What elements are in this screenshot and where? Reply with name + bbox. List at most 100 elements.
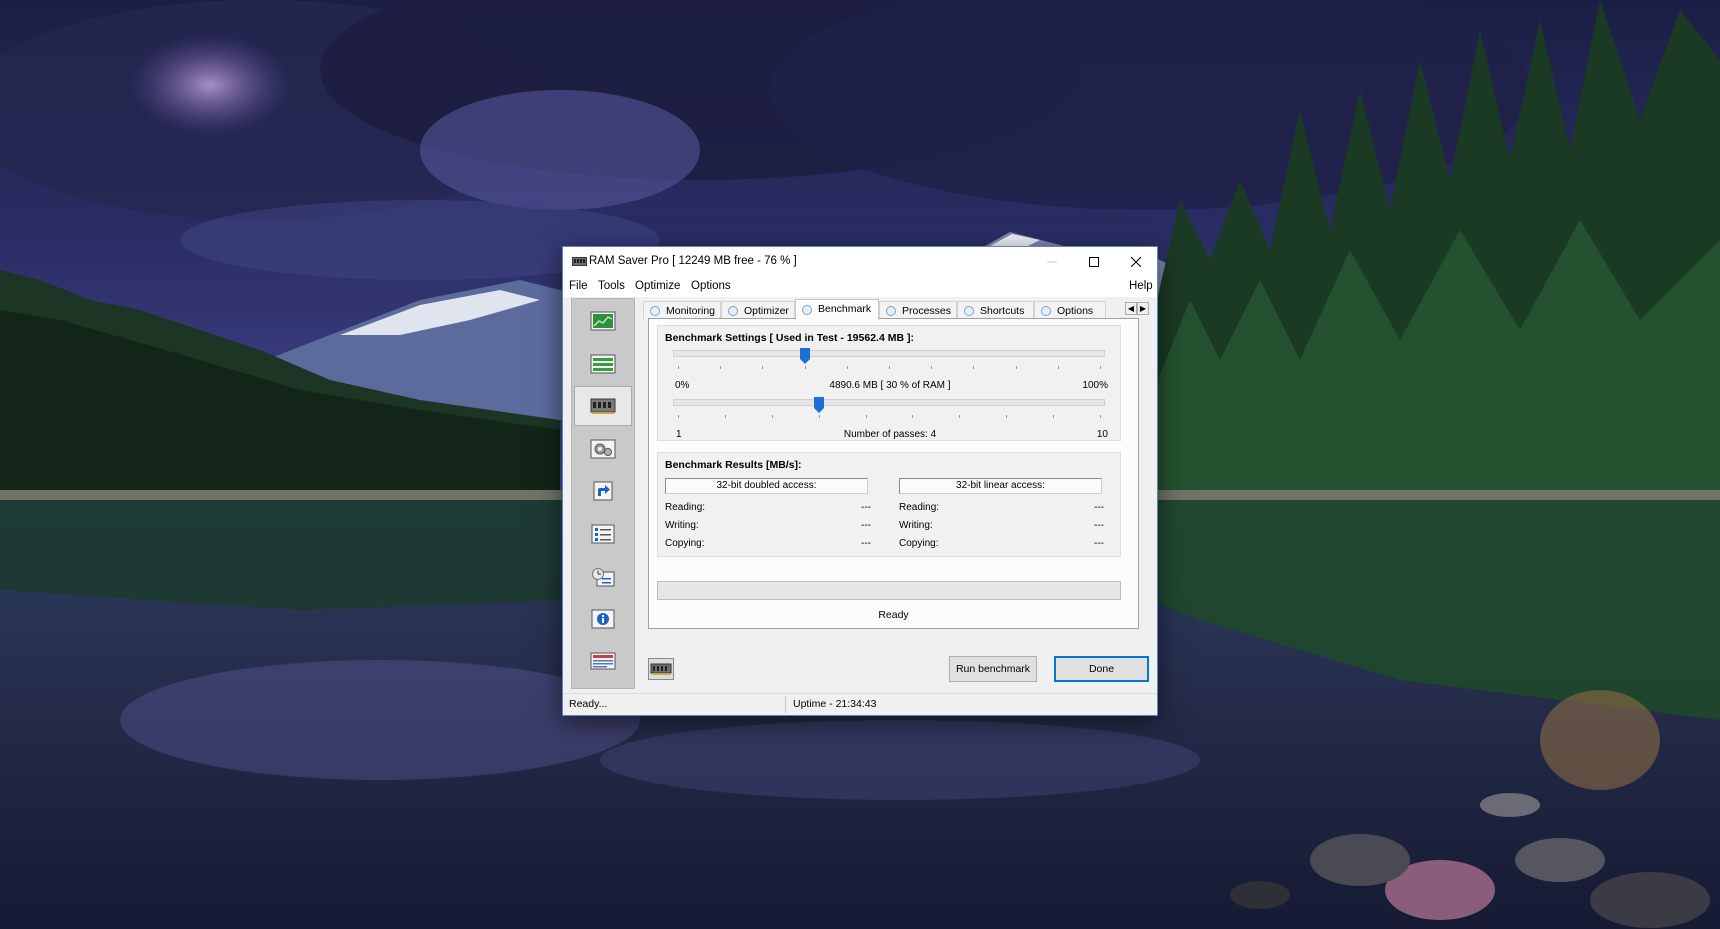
window-title: RAM Saver Pro [ 12249 MB free - 76 % ]: [589, 255, 797, 267]
doubled-access-header: 32-bit doubled access:: [665, 478, 868, 494]
doubled-reading-value: ---: [861, 502, 871, 513]
tab-monitoring[interactable]: Monitoring: [643, 301, 721, 319]
ram-chip-icon: [590, 398, 616, 414]
settings-title: Benchmark Settings [ Used in Test - 1956…: [665, 332, 914, 344]
close-icon: [1131, 257, 1141, 267]
menu-bar: File Tools Optimize Options Help: [563, 277, 1157, 297]
sidebar-item-benchmark[interactable]: [574, 386, 632, 426]
linear-reading-value: ---: [1094, 502, 1104, 513]
run-benchmark-button[interactable]: Run benchmark: [949, 656, 1037, 682]
benchmark-results-group: Benchmark Results [MB/s]: 32-bit doubled…: [657, 452, 1121, 557]
status-separator: [785, 696, 786, 713]
tab-radio: [886, 306, 896, 316]
menu-options[interactable]: Options: [691, 280, 731, 292]
tab-radio: [802, 305, 812, 315]
menu-help[interactable]: Help: [1129, 280, 1153, 292]
sidebar-item-scheduler[interactable]: [574, 557, 632, 597]
sidebar-item-news[interactable]: [574, 641, 632, 681]
title-bar[interactable]: RAM Saver Pro [ 12249 MB free - 76 % ]: [563, 247, 1157, 277]
tab-label: Optimizer: [744, 305, 789, 317]
slider-tick: [1057, 366, 1059, 369]
benchmark-panel: Benchmark Settings [ Used in Test - 1956…: [648, 318, 1139, 629]
maximize-button[interactable]: [1073, 247, 1115, 277]
tab-processes[interactable]: Processes: [879, 301, 957, 319]
linear-access-header: 32-bit linear access:: [899, 478, 1102, 494]
tab-label: Monitoring: [666, 305, 716, 317]
menu-file[interactable]: File: [569, 280, 588, 292]
list-icon: [590, 354, 616, 374]
passes-slider-thumb[interactable]: [813, 397, 824, 413]
benchmark-status-label: Ready: [878, 609, 909, 621]
tab-scroll-left-button[interactable]: ◀: [1125, 302, 1137, 315]
sidebar-item-shortcuts[interactable]: [574, 471, 632, 511]
ram-chip-icon: [572, 257, 587, 266]
linear-reading-label: Reading:: [899, 502, 940, 513]
tab-benchmark[interactable]: Benchmark: [795, 299, 879, 320]
tab-label: Benchmark: [818, 303, 872, 315]
slider-tick: [720, 366, 722, 369]
benchmark-settings-group: Benchmark Settings [ Used in Test - 1956…: [657, 325, 1121, 441]
sidebar-item-optimizer[interactable]: [574, 344, 632, 384]
done-button[interactable]: Done: [1054, 656, 1149, 682]
tab-radio: [728, 306, 738, 316]
sidebar-item-about[interactable]: [574, 599, 632, 639]
doubled-writing-label: Writing:: [665, 520, 699, 531]
uptime-text: Uptime - 21:34:43: [793, 698, 877, 710]
tab-radio: [964, 306, 974, 316]
slider-tick: [1053, 415, 1055, 418]
passes-slider-track[interactable]: [673, 399, 1105, 406]
tab-radio: [1041, 306, 1051, 316]
linear-copying-label: Copying:: [899, 538, 939, 549]
slider-tick: [959, 415, 961, 418]
ram-max-label: 100%: [1082, 380, 1108, 391]
status-text: Ready...: [569, 698, 608, 710]
results-title: Benchmark Results [MB/s]:: [665, 459, 802, 471]
tab-options[interactable]: Options: [1034, 301, 1106, 319]
ram-saver-window: RAM Saver Pro [ 12249 MB free - 76 % ] F…: [562, 246, 1158, 716]
menu-optimize[interactable]: Optimize: [635, 280, 680, 292]
ram-slider-thumb[interactable]: [799, 348, 810, 364]
slider-tick: [724, 415, 726, 418]
benchmark-progress-bar: [657, 581, 1121, 600]
slider-tick: [1100, 366, 1101, 369]
minimize-icon: [1047, 261, 1057, 263]
menu-tools[interactable]: Tools: [598, 280, 625, 292]
slider-tick: [973, 366, 975, 369]
sidebar-item-processes[interactable]: [574, 429, 632, 469]
slider-tick: [804, 366, 806, 369]
tab-optimizer[interactable]: Optimizer: [721, 301, 795, 319]
sidebar-item-monitoring[interactable]: [574, 301, 632, 341]
ram-value-label: 4890.6 MB [ 30 % of RAM ]: [829, 380, 951, 391]
sidebar: [571, 298, 635, 689]
tab-strip: Monitoring Optimizer Benchmark Processes…: [643, 299, 1151, 320]
slider-tick: [865, 415, 867, 418]
slider-tick: [889, 366, 890, 369]
sidebar-item-tasks[interactable]: [574, 514, 632, 554]
linear-copying-value: ---: [1094, 538, 1104, 549]
slider-tick: [931, 366, 933, 369]
doubled-reading-label: Reading:: [665, 502, 706, 513]
doubled-writing-value: ---: [861, 520, 871, 531]
gears-icon: [590, 439, 616, 459]
tab-scroll-right-button[interactable]: ▶: [1137, 302, 1149, 315]
slider-tick: [846, 366, 848, 369]
monitor-chart-icon: [590, 311, 616, 331]
tab-shortcuts[interactable]: Shortcuts: [957, 301, 1034, 319]
tab-label: Processes: [902, 305, 952, 317]
passes-value-label: Number of passes: 4: [843, 429, 937, 440]
news-icon: [590, 652, 616, 670]
slider-tick: [1006, 415, 1008, 418]
doubled-copying-value: ---: [861, 538, 871, 549]
slider-tick: [762, 366, 764, 369]
tab-label: Shortcuts: [980, 305, 1025, 317]
ram-slider-track[interactable]: [673, 350, 1105, 357]
ram-chip-icon: [648, 658, 674, 680]
slider-tick: [678, 415, 679, 418]
linear-writing-label: Writing:: [899, 520, 933, 531]
slider-tick: [678, 366, 679, 369]
info-icon: [591, 609, 615, 629]
minimize-button[interactable]: [1031, 247, 1073, 277]
slider-tick: [818, 415, 820, 418]
close-button[interactable]: [1115, 247, 1157, 277]
maximize-icon: [1089, 257, 1099, 267]
